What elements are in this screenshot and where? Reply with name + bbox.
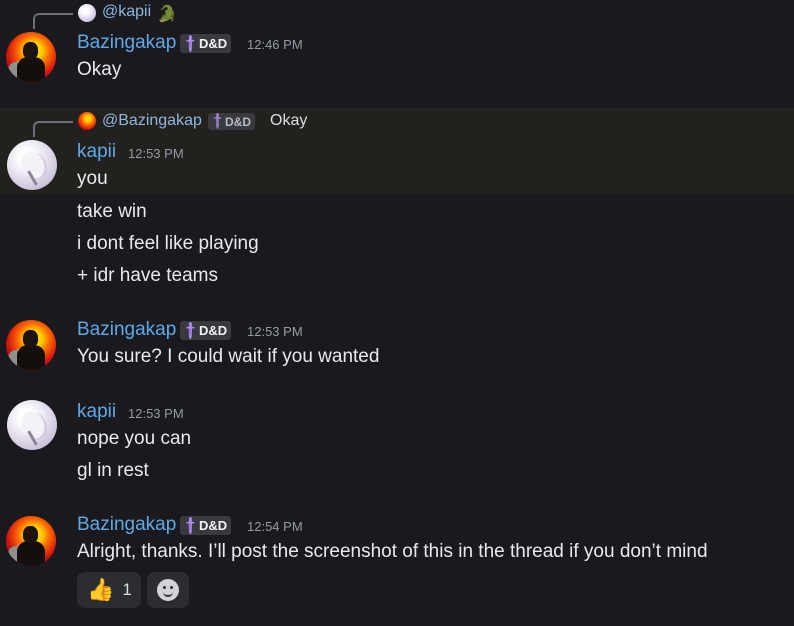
username[interactable]: Bazingakap xyxy=(77,32,176,54)
sword-icon: 🗡 xyxy=(180,514,201,536)
role-tag-label: D&D xyxy=(199,518,228,533)
message-text: take win xyxy=(77,201,147,222)
reaction-thumbs-up[interactable]: 👍 1 xyxy=(77,572,141,608)
timestamp: 12:53 PM xyxy=(128,146,184,161)
sword-icon: 🗡 xyxy=(180,32,201,54)
timestamp: 12:53 PM xyxy=(247,324,303,339)
add-reaction-icon xyxy=(157,579,179,601)
reply-connector xyxy=(33,13,73,29)
add-reaction-button[interactable] xyxy=(147,572,189,608)
role-tag[interactable]: 🗡 D&D xyxy=(180,319,232,341)
reply-connector xyxy=(33,121,73,137)
username[interactable]: kapii xyxy=(77,401,116,423)
reply-text[interactable]: Okay xyxy=(270,112,307,130)
message-text: you xyxy=(77,168,108,189)
timestamp: 12:46 PM xyxy=(247,37,303,52)
reply-role-tag-label: D&D xyxy=(225,114,251,129)
crocodile-emoji: 🐊 xyxy=(157,6,177,23)
username[interactable]: kapii xyxy=(77,141,116,163)
role-tag[interactable]: 🗡 D&D xyxy=(180,32,232,54)
avatar[interactable] xyxy=(6,32,56,82)
message-text: Okay xyxy=(77,59,122,80)
sword-icon: 🗡 xyxy=(180,319,201,341)
message-text: You sure? I could wait if you wanted xyxy=(77,346,380,367)
role-tag[interactable]: 🗡 D&D xyxy=(180,514,232,536)
avatar[interactable] xyxy=(6,320,56,370)
role-tag-label: D&D xyxy=(199,323,228,338)
message-text: nope you can xyxy=(77,428,192,449)
reply-avatar[interactable] xyxy=(78,4,96,22)
sword-icon: 🗡 xyxy=(208,111,228,131)
message-text: Alright, thanks. I’ll post the screensho… xyxy=(77,541,708,562)
reply-role-tag[interactable]: 🗡 D&D xyxy=(208,111,255,131)
username[interactable]: Bazingakap xyxy=(77,319,176,341)
message-text: i dont feel like playing xyxy=(77,233,259,254)
reaction-count: 1 xyxy=(122,580,132,599)
message-text: gl in rest xyxy=(77,460,149,481)
username[interactable]: Bazingakap xyxy=(77,514,176,536)
avatar[interactable] xyxy=(6,516,56,566)
avatar[interactable] xyxy=(7,400,57,450)
role-tag-label: D&D xyxy=(199,36,228,51)
reply-author[interactable]: @Bazingakap xyxy=(102,112,202,130)
reply-avatar[interactable] xyxy=(78,112,96,130)
timestamp: 12:53 PM xyxy=(128,406,184,421)
thumbs-up-emoji: 👍 xyxy=(87,577,115,602)
timestamp: 12:54 PM xyxy=(247,519,303,534)
reply-author[interactable]: @kapii xyxy=(102,3,151,21)
message-text: + idr have teams xyxy=(77,265,218,286)
avatar[interactable] xyxy=(7,140,57,190)
